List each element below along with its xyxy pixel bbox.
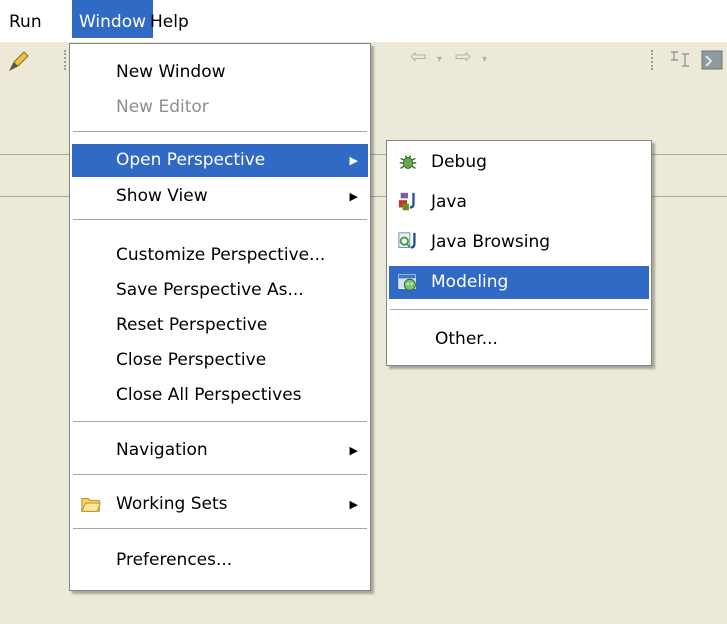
hierarchy-icon[interactable] — [668, 48, 692, 72]
bug-icon — [399, 155, 417, 169]
menu-item-new-editor[interactable]: New Editor — [72, 91, 368, 124]
menu-item-modeling[interactable]: Modeling — [389, 266, 649, 299]
java-browsing-icon — [398, 232, 416, 249]
chevron-down-icon[interactable]: ▾ — [482, 54, 487, 65]
open-perspective-submenu: Debug Java Java Browsing Modeling Other.… — [386, 140, 652, 366]
submenu-arrow-icon: ▶ — [349, 444, 358, 457]
menu-item-other[interactable]: Other... — [389, 323, 649, 356]
menu-item-reset-perspective[interactable]: Reset Perspective — [72, 309, 368, 342]
menu-separator — [73, 131, 367, 133]
window-menu: New Window New Editor Open Perspective ▶… — [69, 43, 371, 591]
menu-item-save-perspective-as[interactable]: Save Perspective As... — [72, 274, 368, 307]
menu-item-open-perspective[interactable]: Open Perspective ▶ — [72, 144, 368, 177]
menu-separator — [73, 474, 367, 476]
submenu-arrow-icon: ▶ — [349, 190, 358, 203]
menu-run[interactable]: Run — [2, 0, 49, 38]
menu-item-java-browsing[interactable]: Java Browsing — [389, 226, 649, 259]
toolbar-separator — [651, 50, 655, 70]
menu-separator — [73, 219, 367, 221]
java-perspective-icon — [398, 192, 415, 211]
perspective-icon[interactable] — [700, 48, 724, 72]
menu-item-label: Debug — [431, 152, 487, 172]
menu-help[interactable]: Help — [143, 0, 196, 38]
chevron-down-icon[interactable]: ▾ — [437, 54, 442, 65]
back-arrow-icon[interactable]: ⇦ — [410, 44, 427, 68]
menu-item-label: Working Sets — [116, 494, 228, 514]
menu-item-close-perspective[interactable]: Close Perspective — [72, 344, 368, 377]
menu-item-label: Java Browsing — [431, 232, 551, 252]
folder-icon — [81, 498, 101, 512]
forward-arrow-icon[interactable]: ⇨ — [455, 44, 472, 68]
menu-item-working-sets[interactable]: Working Sets ▶ — [72, 488, 368, 521]
submenu-arrow-icon: ▶ — [349, 154, 358, 167]
pencil-icon[interactable] — [6, 48, 32, 74]
menu-item-navigation[interactable]: Navigation ▶ — [72, 434, 368, 467]
menu-item-label: Navigation — [116, 440, 208, 460]
menu-item-label: Show View — [116, 186, 208, 206]
menu-separator — [73, 421, 367, 423]
submenu-arrow-icon: ▶ — [349, 498, 358, 511]
menu-item-close-all-perspectives[interactable]: Close All Perspectives — [72, 379, 368, 412]
menu-item-new-window[interactable]: New Window — [72, 56, 368, 89]
modeling-icon — [398, 274, 416, 291]
menu-bar: Run Window Help — [0, 0, 727, 42]
menu-item-debug[interactable]: Debug — [389, 146, 649, 179]
toolbar-separator — [64, 50, 68, 70]
menu-item-java[interactable]: Java — [389, 186, 649, 219]
menu-item-show-view[interactable]: Show View ▶ — [72, 180, 368, 213]
menu-separator — [73, 528, 367, 530]
menu-separator — [390, 309, 648, 311]
menu-window[interactable]: Window — [72, 0, 154, 38]
menu-item-customize-perspective[interactable]: Customize Perspective... — [72, 239, 368, 272]
menu-item-label: Modeling — [431, 272, 509, 292]
menu-item-label: Open Perspective — [116, 150, 266, 170]
menu-item-label: Java — [431, 192, 467, 212]
menu-item-preferences[interactable]: Preferences... — [72, 544, 368, 577]
